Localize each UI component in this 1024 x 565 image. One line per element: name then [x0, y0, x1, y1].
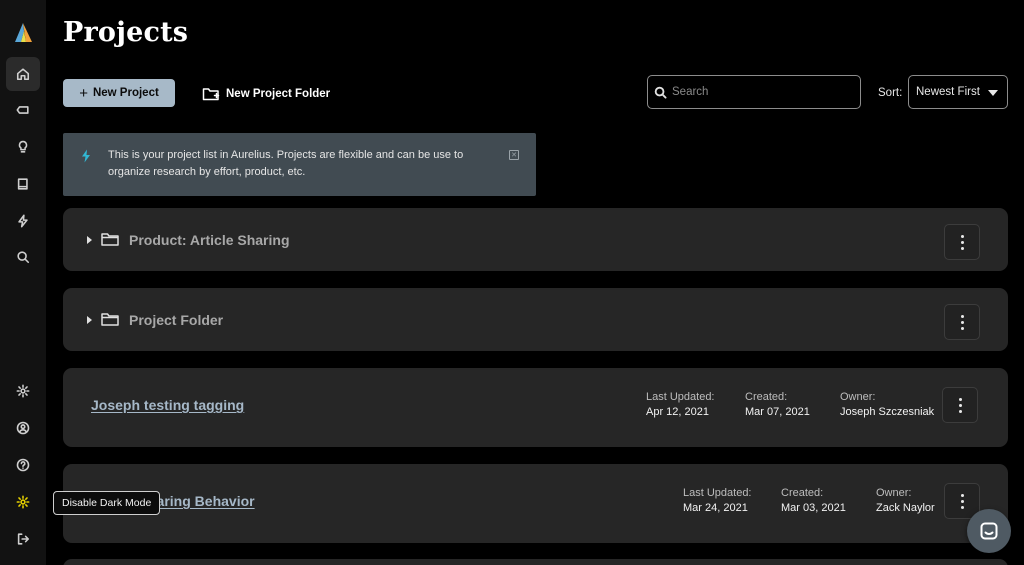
more-options-button[interactable]: [944, 304, 980, 340]
created: Created: Mar 07, 2021: [745, 390, 810, 420]
chat-icon: [980, 522, 998, 540]
page-title: Projects: [63, 17, 189, 48]
last-updated-value: Apr 12, 2021: [646, 406, 709, 418]
sidebar-item-account[interactable]: [6, 411, 40, 445]
folder-row[interactable]: Project Folder: [63, 288, 1008, 351]
home-icon: [16, 68, 30, 81]
plus-icon: +: [79, 84, 88, 102]
settings-icon: [16, 384, 30, 398]
bolt-icon: [82, 149, 90, 163]
folder-plus-icon: [202, 88, 220, 101]
lightbulb-icon: [18, 140, 28, 153]
info-banner: This is your project list in Aurelius. P…: [63, 133, 536, 196]
last-updated-label: Last Updated:: [646, 391, 715, 403]
owner: Owner: Zack Naylor: [876, 486, 935, 516]
book-icon: [17, 178, 28, 190]
banner-message: This is your project list in Aurelius. P…: [108, 149, 464, 178]
kebab-icon: [960, 493, 964, 497]
folder-row[interactable]: Product: Article Sharing: [63, 208, 1008, 271]
sidebar-item-home[interactable]: [6, 57, 40, 91]
created-label: Created:: [781, 487, 824, 499]
owner-label: Owner:: [840, 391, 876, 403]
search-icon: [17, 251, 30, 264]
sort-select[interactable]: Newest First: [908, 75, 1008, 109]
last-updated: Last Updated: Apr 12, 2021: [646, 390, 715, 420]
project-row[interactable]: Joseph testing tagging Last Updated: Apr…: [63, 368, 1008, 447]
owner: Owner: Joseph Szczesniak: [840, 390, 934, 420]
caret-right-icon[interactable]: [87, 316, 92, 324]
sort-value: Newest First: [916, 86, 980, 98]
sidebar-item-logout[interactable]: [6, 522, 40, 556]
dark-mode-icon: [16, 495, 30, 509]
sidebar-item-library[interactable]: [6, 167, 40, 201]
dark-mode-tooltip: Disable Dark Mode: [53, 491, 161, 515]
last-updated-value: Mar 24, 2021: [683, 502, 748, 514]
caret-right-icon[interactable]: [87, 236, 92, 244]
sidebar-item-help[interactable]: [6, 448, 40, 482]
close-icon[interactable]: ✕: [509, 150, 519, 160]
sidebar-item-dark-mode[interactable]: [6, 485, 40, 519]
logout-icon: [17, 533, 30, 545]
help-icon: [16, 458, 30, 472]
more-options-button[interactable]: [944, 224, 980, 260]
caret-down-icon: [988, 90, 998, 96]
search-icon: [654, 86, 667, 99]
sidebar: [0, 0, 46, 565]
created-value: Mar 07, 2021: [745, 406, 810, 418]
folder-icon: [101, 312, 119, 326]
new-project-button[interactable]: + New Project: [63, 79, 175, 107]
created-label: Created:: [745, 391, 788, 403]
project-link[interactable]: Joseph testing tagging: [91, 397, 244, 413]
bolt-icon: [18, 214, 28, 228]
owner-value: Zack Naylor: [876, 502, 935, 514]
kebab-icon: [960, 314, 964, 318]
project-row[interactable]: [63, 559, 1008, 565]
owner-value: Joseph Szczesniak: [840, 406, 935, 418]
created: Created: Mar 03, 2021: [781, 486, 846, 516]
sort-label: Sort:: [878, 87, 903, 99]
chat-launcher-button[interactable]: [967, 509, 1011, 553]
tag-icon: [16, 106, 29, 114]
last-updated: Last Updated: Mar 24, 2021: [683, 486, 752, 516]
sidebar-item-search[interactable]: [6, 240, 40, 274]
sidebar-item-tags[interactable]: [6, 93, 40, 127]
aurelius-logo-icon[interactable]: [12, 22, 34, 44]
search-input[interactable]: [672, 86, 852, 98]
project-row[interactable]: haring Behavior Last Updated: Mar 24, 20…: [63, 464, 1008, 543]
more-options-button[interactable]: [942, 387, 978, 423]
created-value: Mar 03, 2021: [781, 502, 846, 514]
new-project-folder-button[interactable]: New Project Folder: [202, 84, 330, 104]
owner-label: Owner:: [876, 487, 912, 499]
new-project-label: New Project: [92, 87, 159, 99]
folder-name[interactable]: Product: Article Sharing: [129, 232, 290, 248]
sidebar-item-activity[interactable]: [6, 204, 40, 238]
kebab-icon: [958, 397, 962, 401]
search-box[interactable]: [647, 75, 861, 109]
new-project-folder-label: New Project Folder: [226, 88, 331, 100]
kebab-icon: [960, 234, 964, 238]
folder-icon: [101, 232, 119, 246]
sidebar-item-settings[interactable]: [6, 374, 40, 408]
folder-name[interactable]: Project Folder: [129, 312, 223, 328]
project-link[interactable]: haring Behavior: [148, 493, 255, 509]
last-updated-label: Last Updated:: [683, 487, 752, 499]
user-icon: [16, 421, 30, 435]
sidebar-item-insights[interactable]: [6, 130, 40, 164]
